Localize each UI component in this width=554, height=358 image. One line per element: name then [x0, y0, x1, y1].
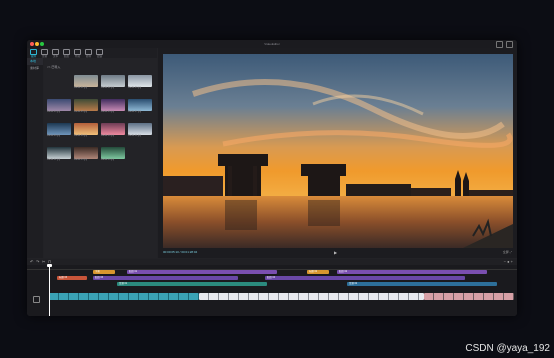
tab-audio[interactable]: 音频: [40, 48, 49, 58]
text-clip[interactable]: 标题 03: [57, 276, 87, 280]
media-sidebar: 本地 素材库: [27, 58, 43, 258]
playhead[interactable]: [49, 265, 50, 316]
preview-timecode: 00:00:05:10 / 00:01:28:04: [163, 250, 198, 254]
timeline-panel: ↶ ↷ ✂ ⊓ − ● + 字幕 贴纸 01 标题 02 贴纸 02 标题 03…: [27, 259, 517, 316]
preview-controls[interactable]: 全屏 ⤢: [503, 250, 512, 254]
sticker-clip[interactable]: 贴纸 02: [337, 270, 487, 274]
text-clip[interactable]: 标题 02: [307, 270, 329, 274]
tab-media[interactable]: 媒体: [29, 48, 38, 58]
text-clip[interactable]: 字幕: [93, 270, 115, 274]
thumbnail-image: [47, 99, 71, 111]
media-thumbnail[interactable]: Media 05.jpg: [74, 99, 98, 115]
media-panel: <> 已导入 Media 01.jpg Media 02.jpg Media 03.…: [44, 58, 157, 258]
thumbnail-caption: Media 04.jpg: [47, 111, 61, 113]
tab-transitions[interactable]: 转场: [84, 48, 93, 58]
window-actions: [496, 41, 513, 48]
thumbnail-caption: Media 12.jpg: [47, 159, 61, 161]
audio-clip[interactable]: 音频 01: [117, 282, 267, 286]
video-preview[interactable]: [163, 54, 513, 248]
media-thumbnail[interactable]: Media 11.jpg: [128, 123, 152, 139]
media-thumbnail[interactable]: Media 01.jpg: [74, 75, 98, 91]
media-thumbnail[interactable]: Media 07.jpg: [128, 99, 152, 115]
thumbnail-image: [101, 123, 125, 135]
settings-icon[interactable]: [496, 41, 503, 48]
thumbnail-image: [128, 123, 152, 135]
sticker-clip[interactable]: 贴纸 04: [265, 276, 465, 280]
export-icon[interactable]: [506, 41, 513, 48]
thumbnail-caption: Media 01.jpg: [74, 87, 88, 89]
sidebar-item-library[interactable]: 素材库: [27, 65, 43, 72]
thumbnail-caption: Media 05.jpg: [74, 111, 88, 113]
redo-button[interactable]: ↷: [36, 260, 39, 264]
tab-effects[interactable]: 特效: [73, 48, 82, 58]
thumbnail-image: [74, 147, 98, 159]
thumbnail-caption: Media 13.jpg: [74, 159, 88, 161]
tab-text[interactable]: 文本: [51, 48, 60, 58]
thumbnail-caption: Media 14.jpg: [101, 159, 115, 161]
preview-panel: 00:00:05:10 / 00:01:28:04 ▶ 全屏 ⤢: [158, 48, 517, 258]
thumbnail-image: [101, 75, 125, 87]
media-tabs: 媒体 音频 文本 贴纸 特效 转场 滤镜: [27, 48, 157, 58]
media-thumbnail[interactable]: Media 06.jpg: [101, 99, 125, 115]
title-bar: VideoEditor: [27, 40, 517, 48]
thumbnail-image: [101, 147, 125, 159]
undo-button[interactable]: ↶: [30, 260, 33, 264]
media-thumbnail[interactable]: Media 04.jpg: [47, 99, 71, 115]
media-thumbnail[interactable]: Media 08.jpg: [47, 123, 71, 139]
thumbnail-image: [128, 99, 152, 111]
video-clip[interactable]: [49, 293, 199, 300]
sticker-clip[interactable]: 贴纸 01: [127, 270, 277, 274]
thumbnail-image: [74, 123, 98, 135]
video-clip[interactable]: [199, 293, 424, 300]
media-thumbnail[interactable]: Media 03.jpg: [128, 75, 152, 91]
media-header: <> 已导入: [47, 65, 61, 69]
audio-clip[interactable]: 音频 02: [347, 282, 497, 286]
tab-sticker[interactable]: 贴纸: [62, 48, 71, 58]
thumbnail-caption: Media 11.jpg: [128, 135, 141, 137]
sticker-clip[interactable]: 贴纸 03: [93, 276, 238, 280]
play-button[interactable]: ▶: [334, 250, 337, 255]
video-frame: [163, 54, 513, 248]
watermark-text: CSDN @yaya_192: [465, 343, 550, 354]
thumbnail-caption: Media 06.jpg: [101, 111, 115, 113]
editor-window: VideoEditor 媒体 音频 文本 贴纸 特效 转场 滤镜 本地 素材库 …: [27, 40, 517, 316]
thumbnail-image: [74, 75, 98, 87]
thumbnail-image: [74, 99, 98, 111]
thumbnail-image: [47, 123, 71, 135]
thumbnail-caption: Media 08.jpg: [47, 135, 61, 137]
media-thumbnail[interactable]: Media 10.jpg: [101, 123, 125, 139]
thumbnail-caption: Media 02.jpg: [101, 87, 115, 89]
thumbnail-caption: Media 09.jpg: [74, 135, 88, 137]
video-clip[interactable]: [424, 293, 514, 300]
thumbnail-image: [47, 147, 71, 159]
window-title: VideoEditor: [264, 42, 280, 46]
thumbnail-image: [128, 75, 152, 87]
thumbnail-caption: Media 03.jpg: [128, 87, 142, 89]
sidebar-item-local[interactable]: 本地: [27, 58, 43, 65]
zoom-slider[interactable]: − ● +: [504, 260, 513, 264]
media-thumbnail[interactable]: Media 14.jpg: [101, 147, 125, 163]
tab-filters[interactable]: 滤镜: [95, 48, 104, 58]
thumbnail-caption: Media 10.jpg: [101, 135, 115, 137]
thumbnail-image: [101, 99, 125, 111]
thumbnail-caption: Media 07.jpg: [128, 111, 142, 113]
split-button[interactable]: ✂: [42, 260, 45, 264]
media-thumbnail[interactable]: Media 02.jpg: [101, 75, 125, 91]
media-thumbnail[interactable]: Media 12.jpg: [47, 147, 71, 163]
media-thumbnail[interactable]: Media 09.jpg: [74, 123, 98, 139]
track-lock-icon[interactable]: [33, 296, 40, 303]
media-thumbnail[interactable]: Media 13.jpg: [74, 147, 98, 163]
